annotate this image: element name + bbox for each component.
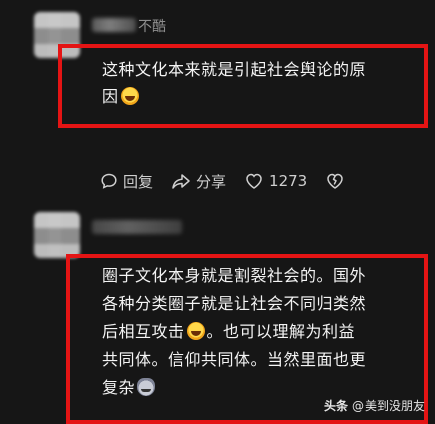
comment-line: 圈子文化本身就是割裂社会的。国外: [102, 266, 367, 285]
laughing-emoji-icon: [120, 87, 139, 105]
avatar[interactable]: [34, 212, 80, 258]
like-count: 1273: [269, 172, 308, 190]
username-blurred: [92, 220, 182, 234]
dislike-button[interactable]: [325, 172, 350, 190]
share-icon: [172, 174, 190, 189]
toutiao-logo: 头条: [323, 399, 348, 413]
heart-icon: [246, 173, 262, 189]
reply-label: 回复: [123, 172, 154, 191]
comment-line: 各种分类圈子就是让社会不同归类然: [102, 294, 367, 313]
comment-line: 。也可以理解为利益: [206, 322, 356, 341]
cat-emoji-icon: [137, 378, 156, 396]
watermark-author: 美到没朋友: [364, 399, 425, 413]
comment-line: 因: [102, 87, 119, 106]
comment-line: 后相互攻击: [102, 322, 185, 341]
broken-heart-icon: [327, 173, 343, 189]
comment-line: 共同体。信仰共同体。当然里面也更: [102, 350, 367, 369]
share-button[interactable]: 分享: [171, 171, 226, 192]
comment-line: 这种文化本来就是引起社会舆论的原: [102, 60, 367, 79]
share-label: 分享: [196, 172, 227, 191]
reply-icon: [101, 173, 117, 189]
comment-actions: 回复 分享 1273: [100, 170, 368, 192]
watermark: 头条 @ 美到没朋友: [324, 397, 425, 414]
comment-text: 圈子文化本身就是割裂社会的。国外 各种分类圈子就是让社会不同归类然 后相互攻击 。…: [102, 262, 424, 402]
username[interactable]: 不酷: [138, 16, 166, 36]
reply-button[interactable]: 回复: [100, 171, 153, 192]
comment-line: 复杂: [102, 378, 136, 397]
laughing-emoji-icon: [186, 322, 205, 340]
comment-text: 这种文化本来就是引起社会舆论的原 因: [102, 56, 422, 110]
username-blurred: [92, 18, 136, 32]
watermark-at: @: [351, 398, 364, 413]
like-button[interactable]: 1273: [244, 172, 307, 190]
